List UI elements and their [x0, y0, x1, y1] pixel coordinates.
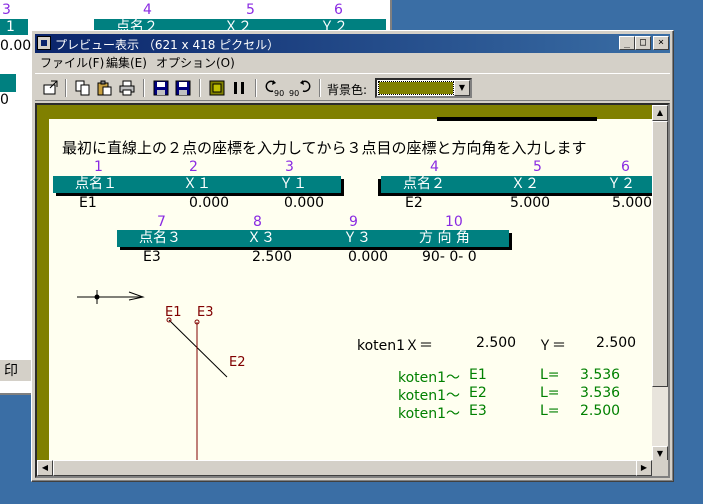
- paste-icon[interactable]: [95, 78, 115, 98]
- pause-icon[interactable]: [229, 78, 249, 98]
- result-y: 2.500: [596, 335, 637, 351]
- col-number: 7: [157, 214, 166, 230]
- distance-value: 2.500: [580, 403, 621, 419]
- frame-icon[interactable]: [207, 78, 227, 98]
- rotate-right-icon[interactable]: 90: [289, 78, 313, 98]
- result-x: 2.500: [476, 335, 517, 351]
- export-icon[interactable]: [41, 78, 61, 98]
- table2-cell-x: 5.000: [510, 195, 551, 211]
- scroll-up-icon[interactable]: ▲: [652, 105, 668, 121]
- distance-value: 3.536: [580, 385, 621, 401]
- preview-page: 最初に直線上の２点の座標を入力してから３点目の座標と方向角を入力します 1 2 …: [49, 117, 661, 464]
- chevron-down-icon[interactable]: ▼: [454, 80, 470, 96]
- toolbar-separator: [65, 79, 67, 97]
- col-number: 10: [445, 214, 463, 230]
- preview-area: 最初に直線上の２点の座標を入力してから３点目の座標と方向角を入力します 1 2 …: [35, 103, 670, 478]
- table2-cell-name: E2: [405, 195, 423, 211]
- col-number: 5: [533, 159, 542, 175]
- result-y-label: Ｙ＝: [538, 338, 566, 354]
- bg-value: 0: [0, 92, 9, 108]
- app-icon[interactable]: [37, 36, 51, 50]
- table1-cell-x: 0.000: [189, 195, 230, 211]
- preview-window: プレビュー表示 （621 x 418 ピクセル） _ □ × ファイル(F) 編…: [31, 30, 674, 482]
- col-number: 2: [189, 159, 198, 175]
- vertical-scroll-thumb[interactable]: [652, 121, 668, 387]
- distance-value: 3.536: [580, 367, 621, 383]
- print-icon[interactable]: [117, 78, 137, 98]
- col-number: 4: [430, 159, 439, 175]
- table3-header: 点名３ Ｘ３ Ｙ３ 方 向 角: [117, 230, 509, 247]
- bg-color-label: 背景色:: [327, 83, 368, 97]
- save-as-icon[interactable]: [173, 78, 193, 98]
- rotate-left-label: 90: [274, 89, 284, 97]
- distance-from: koten1～: [398, 370, 461, 386]
- col-number: 1: [94, 159, 103, 175]
- distance-from: koten1～: [398, 388, 461, 404]
- toolbar-separator: [143, 79, 145, 97]
- bg-header-cell: [0, 74, 16, 92]
- distance-l-label: L=: [540, 367, 560, 383]
- bg-col-number: 4: [143, 2, 152, 18]
- table1-cell-name: E1: [79, 195, 97, 211]
- rotate-right-label: 90: [289, 89, 299, 97]
- bg-col-number: 5: [246, 2, 255, 18]
- toolbar-separator: [319, 79, 321, 97]
- horizontal-scroll-thumb[interactable]: [53, 460, 638, 476]
- toolbar: 90 90 背景色: ▼: [35, 73, 670, 101]
- vertical-scrollbar[interactable]: ▲ ▼: [652, 105, 668, 462]
- menu-bar: ファイル(F) 編集(E) オプション(O): [35, 53, 670, 71]
- scrollbar-corner: [652, 460, 668, 476]
- distance-l-label: L=: [540, 403, 560, 419]
- distance-to: E3: [469, 403, 487, 419]
- table2-cell-y: 5.000: [612, 195, 653, 211]
- toolbar-separator: [255, 79, 257, 97]
- toolbar-separator: [199, 79, 201, 97]
- distance-to: E1: [469, 367, 487, 383]
- scroll-left-icon[interactable]: ◀: [37, 460, 53, 476]
- table3-cell-y: 0.000: [348, 249, 389, 265]
- title-bar[interactable]: プレビュー表示 （621 x 418 ピクセル） _ □ ×: [35, 34, 670, 53]
- distance-from: koten1～: [398, 406, 461, 422]
- geometry-diagram: [166, 317, 228, 464]
- table3-cell-angle: 90- 0- 0: [422, 249, 477, 265]
- instruction-text: 最初に直線上の２点の座標を入力してから３点目の座標と方向角を入力します: [62, 139, 587, 157]
- bg-header-cell: 1: [0, 19, 28, 35]
- distance-l-label: L=: [540, 385, 560, 401]
- scroll-right-icon[interactable]: ▶: [636, 460, 652, 476]
- window-title: プレビュー表示 （621 x 418 ピクセル）: [55, 38, 280, 52]
- bg-col-number: 6: [334, 2, 343, 18]
- bg-status-bar: 印: [0, 359, 34, 381]
- table3-cell-x: 2.500: [252, 249, 293, 265]
- table2-header: 点名２ Ｘ２ Ｙ２: [381, 176, 661, 193]
- menu-file[interactable]: ファイル(F): [40, 54, 104, 71]
- result-label: koten1Ｘ＝: [357, 338, 434, 354]
- close-button[interactable]: ×: [653, 36, 669, 50]
- col-number: 9: [349, 214, 358, 230]
- page-edge-bar: [437, 117, 597, 121]
- menu-edit[interactable]: 編集(E): [106, 54, 147, 71]
- col-number: 3: [285, 159, 294, 175]
- col-number: 8: [253, 214, 262, 230]
- table3-cell-name: E3: [143, 249, 161, 265]
- distance-to: E2: [469, 385, 487, 401]
- line-e1-e2: [168, 319, 228, 378]
- menu-options[interactable]: オプション(O): [156, 54, 235, 71]
- bg-value: 0.00: [0, 38, 32, 54]
- copy-icon[interactable]: [73, 78, 93, 98]
- minimize-button[interactable]: _: [619, 36, 635, 50]
- save-icon[interactable]: [151, 78, 171, 98]
- bg-color-swatch: [378, 81, 454, 95]
- table1-header: 点名１ Ｘ１ Ｙ１: [53, 176, 341, 193]
- rotate-left-icon[interactable]: 90: [263, 78, 287, 98]
- bg-color-select[interactable]: ▼: [375, 78, 472, 98]
- direction-arrow-icon: [77, 290, 145, 304]
- maximize-button[interactable]: □: [635, 36, 651, 50]
- col-number: 6: [621, 159, 630, 175]
- horizontal-scrollbar[interactable]: ◀ ▶: [37, 460, 652, 476]
- bg-col-number: 3: [2, 2, 11, 18]
- table1-cell-y: 0.000: [284, 195, 325, 211]
